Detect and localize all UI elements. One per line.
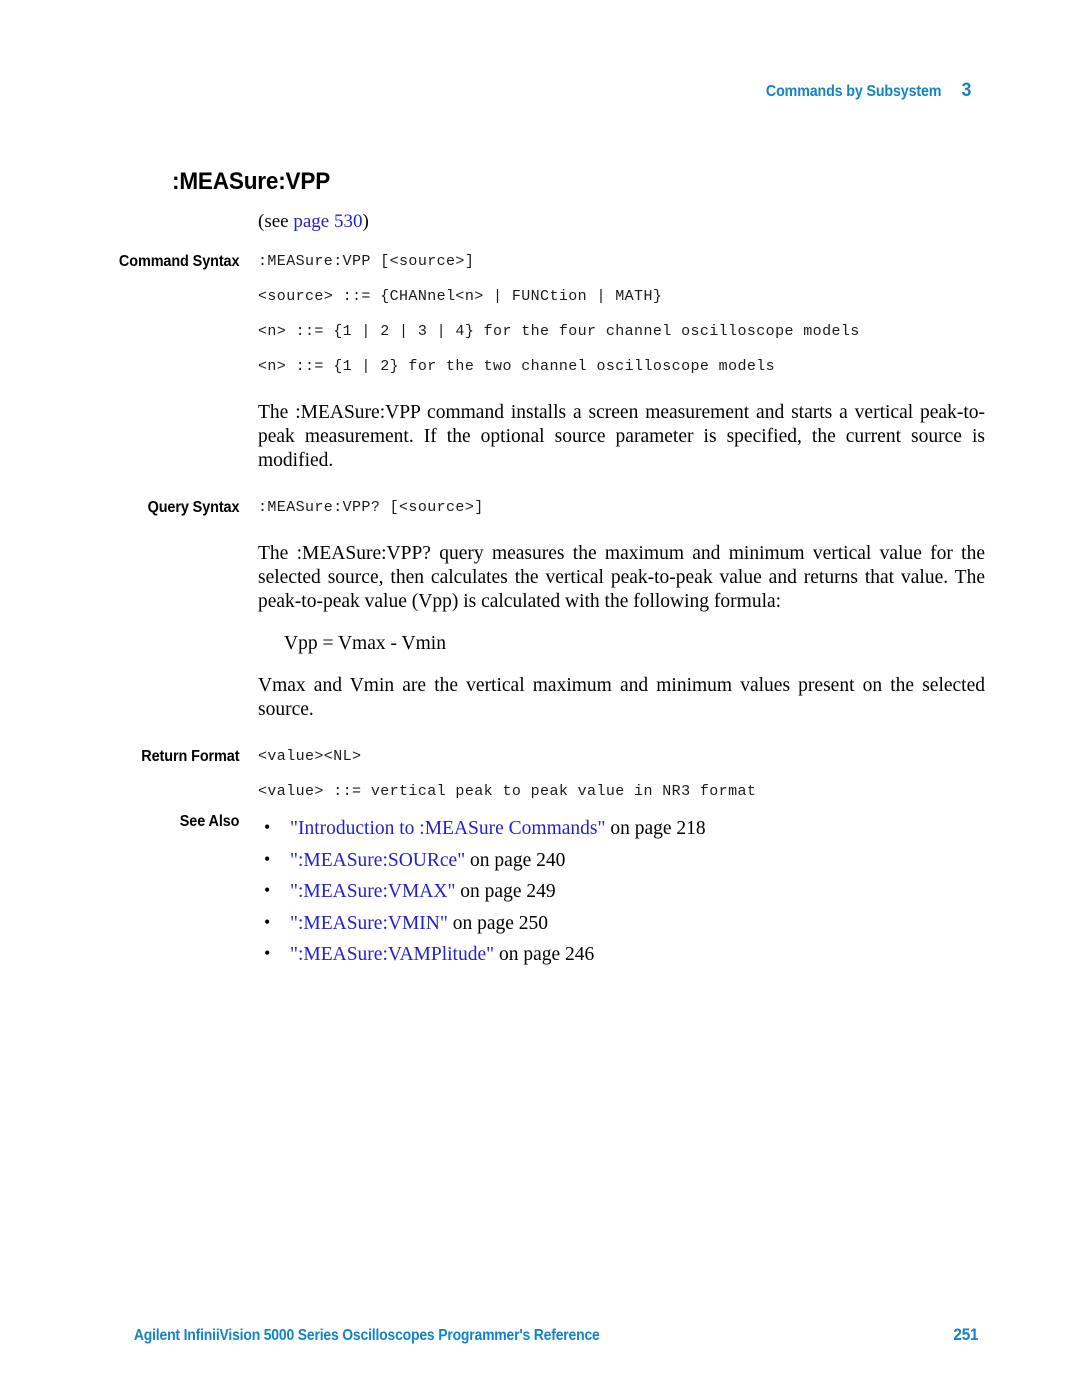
see-also-page-ref: on page 249 — [455, 881, 556, 902]
see-also-page-ref: on page 250 — [447, 912, 549, 934]
see-also-page-ref: on page 218 — [605, 818, 706, 839]
command-syntax-code-line: :MEASure:VPP [<source>] — [258, 253, 475, 270]
command-syntax-code-line: <n> ::= {1 | 2 | 3 | 4} for the four cha… — [258, 323, 860, 340]
query-syntax-label: Query Syntax — [147, 499, 240, 516]
return-format-label: Return Format — [141, 748, 240, 765]
list-item: ":MEASure:VMAX" on page 249 — [258, 875, 985, 908]
see-also-page-ref: on page 246 — [494, 944, 595, 965]
footer-page-number: 251 — [953, 1325, 979, 1344]
return-format-section: Return Format <value><NL> <value> ::= ve… — [0, 748, 1080, 800]
return-format-code-line: <value><NL> — [258, 748, 362, 765]
see-also-link[interactable]: ":MEASure:VMAX" — [290, 881, 455, 902]
see-reference: (see page 530) — [258, 212, 985, 231]
see-also-section: See Also "Introduction to :MEASure Comma… — [0, 812, 1080, 971]
see-also-link[interactable]: ":MEASure:VAMPlitude" — [290, 944, 494, 965]
list-item: ":MEASure:VAMPlitude" on page 246 — [258, 938, 985, 971]
see-also-link[interactable]: ":MEASure:SOURce" — [290, 850, 465, 871]
command-syntax-label: Command Syntax — [118, 253, 240, 270]
command-syntax-code-line: <source> ::= {CHANnel<n> | FUNCtion | MA… — [258, 288, 663, 305]
see-reference-row: (see page 530) — [0, 212, 1080, 231]
list-item: "Introduction to :MEASure Commands" on p… — [258, 812, 985, 845]
vpp-formula: Vpp = Vmax - Vmin — [284, 633, 446, 654]
running-header: Commands by Subsystem 3 — [766, 80, 971, 102]
query-syntax-section: Query Syntax :MEASure:VPP? [<source>] Th… — [0, 499, 1080, 722]
see-also-label: See Also — [179, 813, 240, 830]
see-reference-suffix: ) — [362, 211, 369, 232]
list-item: ":MEASure:VMIN" on page 250 — [258, 907, 985, 940]
query-syntax-code-line: :MEASure:VPP? [<source>] — [258, 499, 484, 516]
document-page: Commands by Subsystem 3 :MEASure:VPP (se… — [0, 0, 1080, 1397]
list-item: ":MEASure:SOURce" on page 240 — [258, 844, 985, 877]
command-syntax-section: Command Syntax :MEASure:VPP [<source>] <… — [0, 253, 1080, 473]
see-also-link[interactable]: "Introduction to :MEASure Commands" — [290, 818, 605, 839]
see-also-link[interactable]: ":MEASure:VMIN" — [290, 913, 448, 934]
document-content: (see page 530) Command Syntax :MEASure:V… — [0, 212, 1080, 971]
running-header-chapter-number: 3 — [961, 80, 972, 101]
query-syntax-description-2: Vmax and Vmin are the vertical maximum a… — [258, 675, 985, 720]
footer-title: Agilent InfiniiVision 5000 Series Oscill… — [133, 1327, 600, 1344]
return-format-code-line: <value> ::= vertical peak to peak value … — [258, 783, 757, 800]
page-title: :MEASure:VPP — [172, 168, 331, 195]
see-reference-prefix: (see — [258, 211, 294, 232]
see-also-list: "Introduction to :MEASure Commands" on p… — [258, 812, 985, 971]
see-also-page-ref: on page 240 — [465, 849, 566, 871]
running-header-chapter-title: Commands by Subsystem — [765, 83, 942, 100]
page-footer: Agilent InfiniiVision 5000 Series Oscill… — [108, 1325, 980, 1345]
query-syntax-description: The :MEASure:VPP? query measures the max… — [258, 543, 985, 612]
see-reference-link[interactable]: page 530 — [293, 211, 362, 232]
command-syntax-code-line: <n> ::= {1 | 2} for the two channel osci… — [258, 358, 776, 375]
command-syntax-description: The :MEASure:VPP command installs a scre… — [258, 402, 985, 471]
